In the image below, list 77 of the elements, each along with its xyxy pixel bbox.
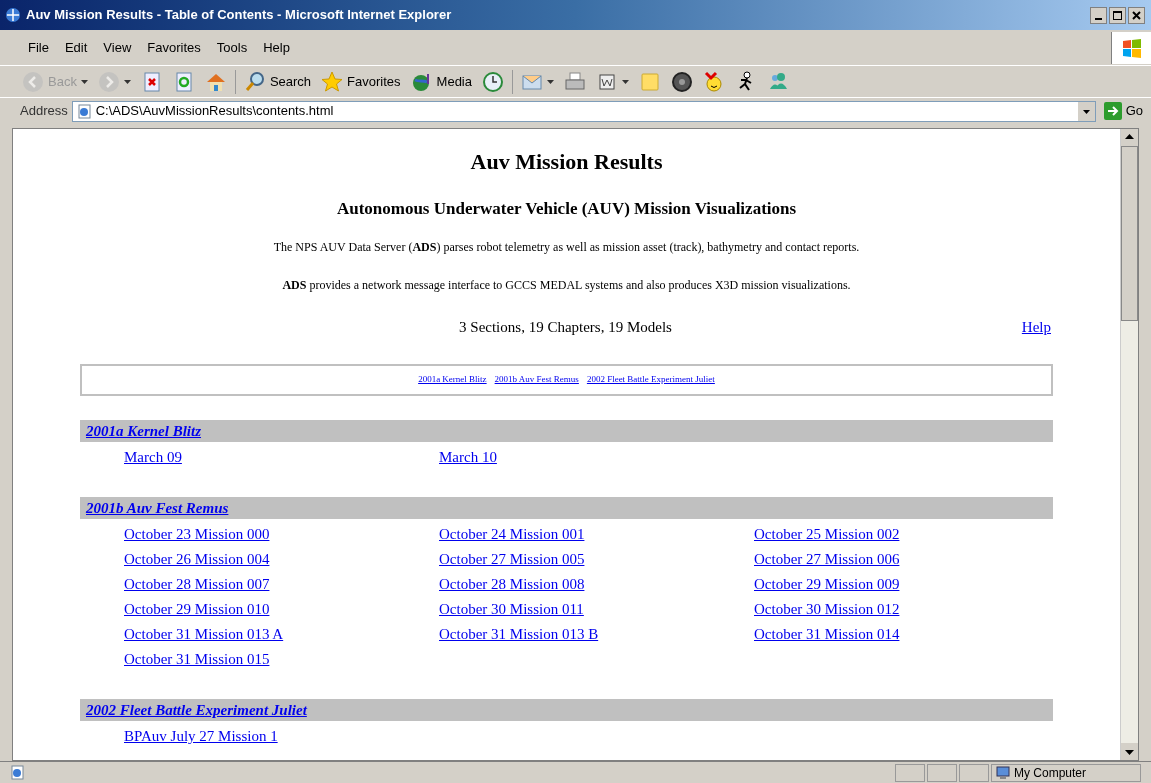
section-title-link[interactable]: 2002 Fleet Battle Experiment Juliet xyxy=(86,698,307,722)
section-link[interactable]: 2001a Kernel Blitz xyxy=(418,373,487,387)
caret-icon xyxy=(547,79,554,84)
close-button[interactable] xyxy=(1128,6,1145,24)
mission-link[interactable]: October 27 Mission 005 xyxy=(439,551,585,567)
disc-icon xyxy=(671,70,693,93)
clock-icon xyxy=(482,70,504,93)
mission-link[interactable]: October 31 Mission 013 B xyxy=(439,626,599,642)
search-icon xyxy=(243,70,266,93)
mission-link[interactable]: March 10 xyxy=(439,449,497,465)
mission-link[interactable]: October 30 Mission 011 xyxy=(439,601,584,617)
mission-link[interactable]: October 26 Mission 004 xyxy=(124,551,270,567)
window-flag-icon xyxy=(1120,37,1143,58)
scroll-down-icon[interactable] xyxy=(1121,743,1138,760)
menu-item[interactable]: Tools xyxy=(208,37,256,58)
computer-icon xyxy=(996,765,1010,780)
browser-icon xyxy=(4,6,22,24)
sticky-note-icon xyxy=(639,70,661,93)
disc-button[interactable] xyxy=(669,70,695,93)
help-link[interactable]: Help xyxy=(991,315,1051,338)
close-icon xyxy=(1132,10,1141,20)
minimize-icon xyxy=(1095,17,1102,20)
mission-link[interactable]: October 28 Mission 007 xyxy=(124,576,270,592)
address-label: Address xyxy=(20,102,68,121)
page-icon xyxy=(76,103,92,119)
go-button[interactable]: Go xyxy=(1099,101,1147,121)
section-link[interactable]: 2001b Auv Fest Remus xyxy=(494,373,579,387)
mission-link[interactable]: October 31 Mission 015 xyxy=(124,651,270,667)
scroll-up-icon[interactable] xyxy=(1121,129,1138,146)
mission-link[interactable]: October 27 Mission 006 xyxy=(754,551,900,567)
caret-icon xyxy=(80,79,88,84)
search-button[interactable]: Search xyxy=(241,70,314,93)
paragraph: ADS provides a network message interface to GCCS MEDAL systems and also produces X3D mission visualizations. xyxy=(282,276,851,294)
star-icon xyxy=(321,70,344,93)
status-pane xyxy=(927,763,957,782)
scroll-thumb[interactable] xyxy=(1121,146,1138,321)
status-pane xyxy=(895,763,925,782)
page-title: Auv Mission Results xyxy=(470,148,663,176)
mission-link[interactable]: October 24 Mission 001 xyxy=(439,526,585,542)
summary-text: 3 Sections, 19 Chapters, 19 Models xyxy=(458,317,673,337)
caret-icon xyxy=(123,79,131,84)
mission-link[interactable]: October 29 Mission 009 xyxy=(754,576,900,592)
maximize-icon xyxy=(1113,10,1122,20)
mission-link[interactable]: October 31 Mission 014 xyxy=(754,626,900,642)
status-pane xyxy=(959,763,989,782)
media-button[interactable]: Media xyxy=(408,70,474,93)
section-title-link[interactable]: 2001b Auv Fest Remus xyxy=(86,496,229,520)
mission-link[interactable]: October 23 Mission 000 xyxy=(124,526,270,542)
mission-link[interactable]: BPAuv July 27 Mission 1 xyxy=(124,728,278,744)
menu-item[interactable]: Favorites xyxy=(139,37,209,58)
minimize-button[interactable] xyxy=(1090,6,1107,24)
address-field[interactable]: C:\ADS\AuvMissionResults\contents.html xyxy=(71,100,1096,122)
menu-item[interactable]: File xyxy=(20,37,57,58)
menu-item[interactable]: Help xyxy=(255,37,298,58)
paragraph: The NPS AUV Data Server (ADS) parses robot telemetry as well as mission asset (track), bathymetry and contact reports. xyxy=(273,238,860,256)
maximize-button[interactable] xyxy=(1109,6,1126,24)
mission-link[interactable]: October 25 Mission 002 xyxy=(754,526,900,542)
print-button[interactable] xyxy=(562,70,588,93)
window-title: Auv Mission Results - Table of Contents - Microsoft Internet Explorer xyxy=(26,6,453,25)
section-title-link[interactable]: 2001a Kernel Blitz xyxy=(86,419,201,443)
scrollbar[interactable] xyxy=(1120,129,1138,760)
printer-icon xyxy=(564,70,586,93)
mission-link[interactable]: October 31 Mission 013 A xyxy=(124,626,284,642)
mission-link[interactable]: October 29 Mission 010 xyxy=(124,601,270,617)
favorites-button[interactable]: Favorites xyxy=(319,70,403,93)
caret-icon xyxy=(622,79,629,84)
mission-link[interactable]: October 30 Mission 012 xyxy=(754,601,900,617)
page-subtitle: Autonomous Underwater Vehicle (AUV) Mission Visualizations xyxy=(336,198,797,220)
page-icon xyxy=(10,765,25,780)
menu-item[interactable]: View xyxy=(95,37,140,58)
history-button[interactable] xyxy=(480,70,506,93)
mission-link[interactable]: March 09 xyxy=(124,449,182,465)
menu-item[interactable]: Edit xyxy=(56,37,96,58)
mission-link[interactable]: October 28 Mission 008 xyxy=(439,576,585,592)
zone-label: My Computer xyxy=(1014,764,1087,782)
section-link[interactable]: 2002 Fleet Battle Experiment Juliet xyxy=(586,373,715,387)
smiley-icon xyxy=(703,70,725,93)
